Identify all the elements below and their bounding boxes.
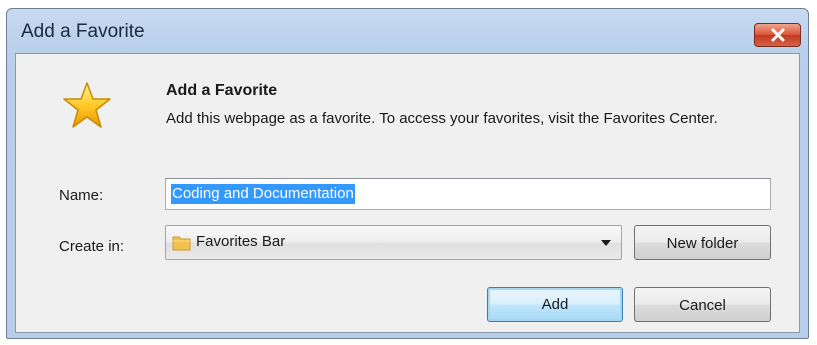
create-in-value: Favorites Bar bbox=[196, 233, 286, 250]
chevron-down-icon[interactable] bbox=[601, 240, 611, 246]
close-button[interactable] bbox=[754, 23, 801, 47]
create-in-label: Create in: bbox=[59, 238, 125, 255]
dialog-body: Add a Favorite Add this webpage as a fav… bbox=[15, 53, 800, 333]
title-bar[interactable]: Add a Favorite bbox=[7, 9, 808, 53]
name-label: Name: bbox=[59, 187, 104, 204]
dialog-heading: Add a Favorite bbox=[166, 82, 278, 99]
cancel-button[interactable]: Cancel bbox=[634, 287, 771, 322]
folder-icon bbox=[172, 236, 191, 251]
name-input[interactable]: Coding and Documentation bbox=[165, 178, 771, 210]
add-favorite-window: Add a Favorite Add a Favorite Add this w… bbox=[6, 8, 809, 339]
create-in-select[interactable]: Favorites Bar bbox=[165, 225, 622, 260]
name-input-selected-text: Coding and Documentation bbox=[171, 184, 355, 204]
new-folder-button[interactable]: New folder bbox=[634, 225, 771, 260]
close-icon bbox=[771, 28, 785, 42]
window-title: Add a Favorite bbox=[21, 21, 145, 42]
dialog-description: Add this webpage as a favorite. To acces… bbox=[166, 110, 718, 127]
add-button[interactable]: Add bbox=[487, 287, 623, 322]
star-icon bbox=[63, 82, 111, 128]
